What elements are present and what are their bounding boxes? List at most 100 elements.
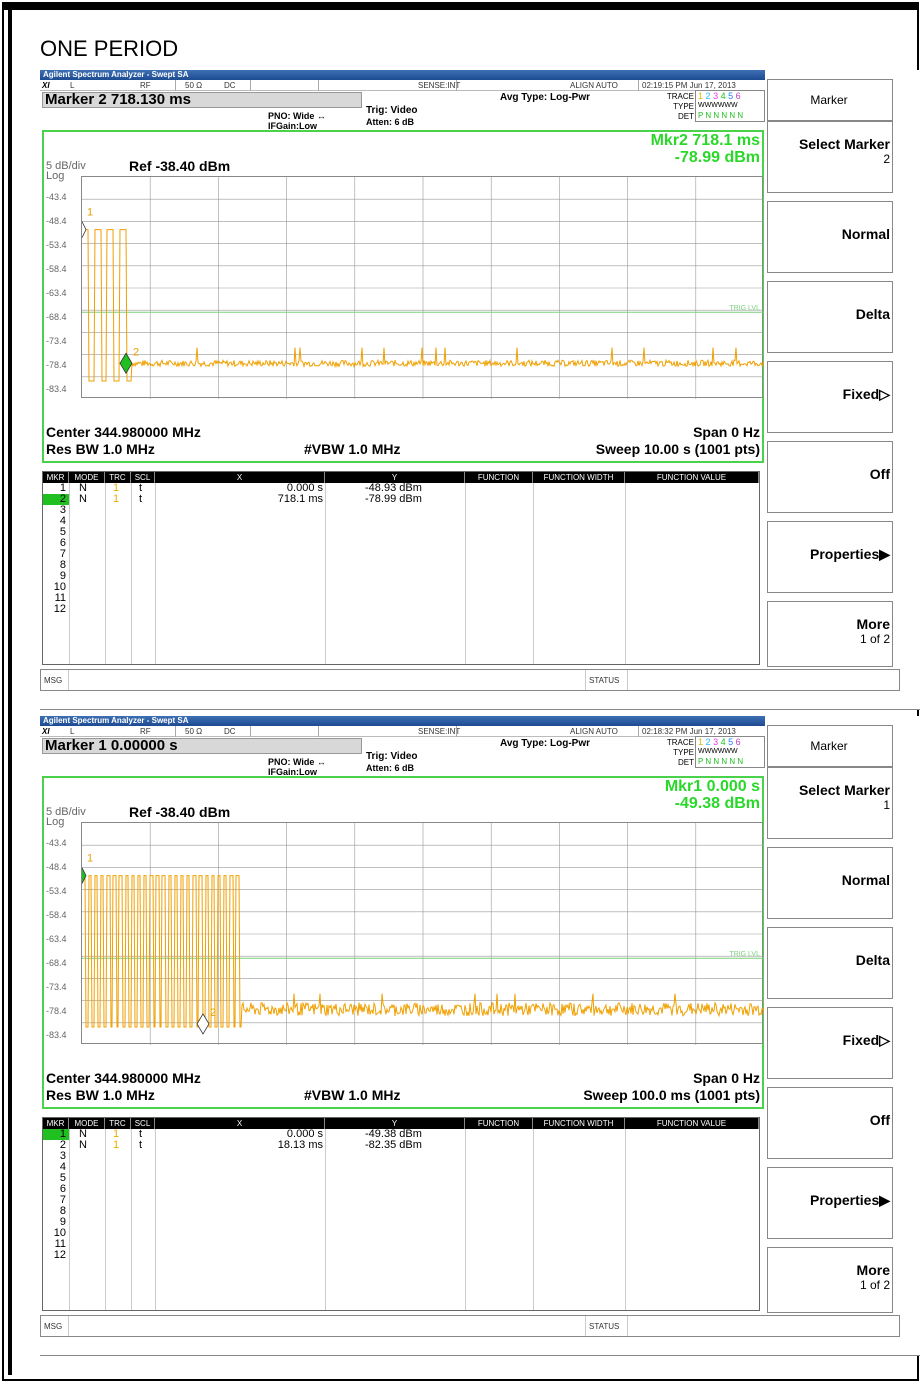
more-button[interactable]: More 1 of 2 <box>767 1247 893 1313</box>
select-marker-button[interactable]: Select Marker 1 <box>767 767 893 839</box>
type-values: WWWWWW <box>698 748 738 755</box>
y-tick-label: -83.4 <box>46 1030 67 1040</box>
fixed-button[interactable]: Fixed▷ <box>767 1007 893 1079</box>
marker-table-row[interactable]: 3 <box>43 505 759 516</box>
y-tick-label: -68.4 <box>46 958 67 968</box>
y-tick-label: -48.4 <box>46 862 67 872</box>
marker-table-row[interactable]: 6 <box>43 538 759 549</box>
marker-table-row[interactable]: 4 <box>43 516 759 527</box>
message-bar: MSG STATUS <box>40 1315 900 1337</box>
marker-table-row[interactable]: 7 <box>43 549 759 560</box>
col-function: FUNCTION <box>465 1118 533 1129</box>
page-title: ONE PERIOD <box>40 36 179 61</box>
marker-readout-time: Mkr2 718.1 ms <box>650 132 760 149</box>
delta-button[interactable]: Delta <box>767 281 893 353</box>
sweep: Sweep 100.0 ms (1001 pts) <box>583 1087 760 1103</box>
properties-button[interactable]: Properties▶ <box>767 1167 893 1239</box>
marker-table-row[interactable]: 9 <box>43 1217 759 1228</box>
marker-1-label: 1 <box>87 853 93 865</box>
marker-table: MKR MODE TRC SCL X Y FUNCTION FUNCTION W… <box>42 1117 760 1311</box>
marker-table-row[interactable]: 2 N 1 t 718.1 ms -78.99 dBm <box>43 494 759 505</box>
col-mode: MODE <box>69 472 105 483</box>
status-align: ALIGN AUTO <box>570 727 618 736</box>
y-tick-label: -63.4 <box>46 288 67 298</box>
marker-table-row[interactable]: 8 <box>43 1206 759 1217</box>
trace-plot: TRIG LVL 1 2 <box>81 823 765 1045</box>
status-datetime: 02:19:15 PM Jun 17, 2013 <box>642 81 736 90</box>
off-button[interactable]: Off <box>767 441 893 513</box>
scale-type: Log <box>46 816 65 828</box>
marker-table-row[interactable]: 12 <box>43 1250 759 1261</box>
more-page: 1 of 2 <box>859 1278 890 1292</box>
pno-info: PNO: Wide ↔ <box>268 111 326 121</box>
marker-table-row[interactable]: 9 <box>43 571 759 582</box>
normal-button[interactable]: Normal <box>767 201 893 273</box>
type-label: TYPE <box>673 102 694 111</box>
marker-2-diamond <box>119 352 133 375</box>
marker-number: 12 <box>53 603 66 615</box>
y-tick-label: -73.4 <box>46 336 67 346</box>
marker-table-row[interactable]: 10 <box>43 582 759 593</box>
y-tick-label: -58.4 <box>46 264 67 274</box>
marker-table-row[interactable]: 11 <box>43 1239 759 1250</box>
y-tick-label: -68.4 <box>46 312 67 322</box>
graticule[interactable]: TRIG LVL 1 2 <box>81 176 765 399</box>
active-marker-header: Marker 1 0.00000 s <box>42 738 362 754</box>
marker-table-row[interactable]: 4 <box>43 1162 759 1173</box>
marker-mode: N <box>79 493 87 505</box>
message-bar: MSG STATUS <box>40 669 900 691</box>
trace-numbers: 1 2 3 4 5 6 <box>698 91 764 101</box>
marker-1-label: 1 <box>87 207 93 219</box>
select-marker-button[interactable]: Select Marker 2 <box>767 121 893 193</box>
status-rf: RF <box>140 81 151 90</box>
reference-level: Ref -38.40 dBm <box>129 804 231 820</box>
center-frequency: Center 344.980000 MHz <box>46 1070 201 1086</box>
trigger-level-label: TRIG LVL <box>729 951 760 958</box>
trace-labels: TRACE TYPE DET <box>660 92 694 122</box>
col-function-value: FUNCTION VALUE <box>625 472 759 483</box>
marker-mode: N <box>79 1139 87 1151</box>
marker-y-value: -82.35 dBm <box>365 1139 422 1151</box>
avg-type-info: Avg Type: Log-Pwr <box>500 738 590 749</box>
softkey-panel: Marker Select Marker 2 Normal Delta Fixed… <box>767 79 893 667</box>
marker-table-row[interactable]: 5 <box>43 1173 759 1184</box>
active-marker-header: Marker 2 718.130 ms <box>42 92 362 108</box>
properties-button[interactable]: Properties▶ <box>767 521 893 593</box>
marker-2: 2 <box>119 346 139 375</box>
marker-2-diamond <box>196 1013 210 1035</box>
col-mode: MODE <box>69 1118 105 1129</box>
marker-table-row[interactable]: 2 N 1 t 18.13 ms -82.35 dBm <box>43 1140 759 1151</box>
trace-5: 5 <box>728 91 734 101</box>
marker-table-row[interactable]: 11 <box>43 593 759 604</box>
off-button[interactable]: Off <box>767 1087 893 1159</box>
graticule[interactable]: TRIG LVL 1 2 <box>81 822 765 1045</box>
span: Span 0 Hz <box>693 424 760 440</box>
trace-label: TRACE <box>666 738 694 747</box>
softkey-panel: Marker Select Marker 1 Normal Delta Fixed… <box>767 725 893 1313</box>
res-bw: Res BW 1.0 MHz <box>46 441 155 457</box>
more-button[interactable]: More 1 of 2 <box>767 601 893 667</box>
vbw: #VBW 1.0 MHz <box>304 441 401 457</box>
normal-button[interactable]: Normal <box>767 847 893 919</box>
trace-3: 3 <box>713 91 719 101</box>
select-marker-label: Select Marker <box>798 782 890 798</box>
col-function: FUNCTION <box>465 472 533 483</box>
select-marker-value: 1 <box>883 798 890 812</box>
marker-table-row[interactable]: 10 <box>43 1228 759 1239</box>
analyzer-screen-2: Agilent Spectrum Analyzer - Swept SA XI … <box>40 716 920 1356</box>
delta-button[interactable]: Delta <box>767 927 893 999</box>
col-scl: SCL <box>131 472 155 483</box>
fixed-button[interactable]: Fixed▷ <box>767 361 893 433</box>
marker-table-row[interactable]: 7 <box>43 1195 759 1206</box>
trigger-info: Trig: Video <box>366 751 418 762</box>
trace-4: 4 <box>720 737 726 747</box>
window-titlebar: Agilent Spectrum Analyzer - Swept SA <box>40 716 765 726</box>
marker-table-row[interactable]: 8 <box>43 560 759 571</box>
status-datetime: 02:18:32 PM Jun 17, 2013 <box>642 727 736 736</box>
marker-table-row[interactable]: 5 <box>43 527 759 538</box>
y-tick-label: -48.4 <box>46 216 67 226</box>
marker-table-row[interactable]: 6 <box>43 1184 759 1195</box>
marker-table-row[interactable]: 3 <box>43 1151 759 1162</box>
marker-table-row[interactable]: 12 <box>43 604 759 615</box>
trace-2: 2 <box>705 91 711 101</box>
